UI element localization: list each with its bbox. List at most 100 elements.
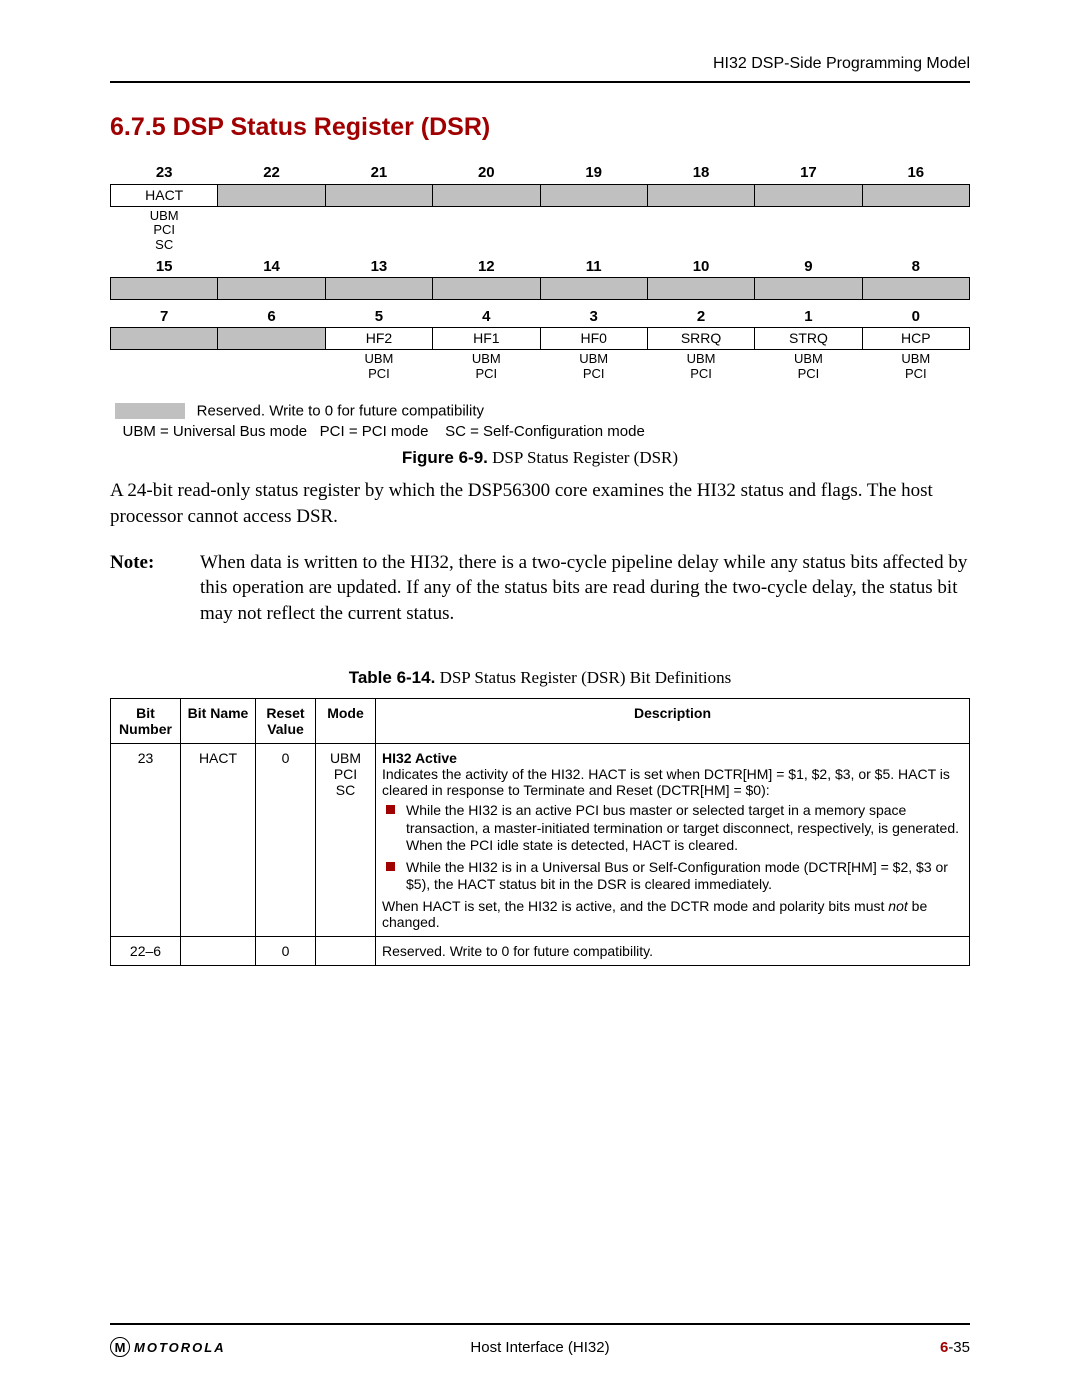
table-row: 23 HACT 0 UBM PCI SC HI32 Active Indicat… xyxy=(111,744,970,937)
mode-cell: UBM PCI SC xyxy=(111,206,218,255)
bit-num: 23 xyxy=(111,162,218,184)
bit-num: 4 xyxy=(433,305,540,327)
footer: M MOTOROLA Host Interface (HI32) 6-35 xyxy=(110,1337,970,1357)
desc-outro: When HACT is set, the HI32 is active, an… xyxy=(382,898,963,930)
bit-num: 17 xyxy=(755,162,862,184)
bit-field: HF0 xyxy=(540,327,647,349)
cell-bitname xyxy=(181,936,256,965)
bit-reserved xyxy=(647,277,754,299)
mode-cell: UBMPCI xyxy=(540,349,647,383)
bit-num: 16 xyxy=(862,162,969,184)
figure-text: DSP Status Register (DSR) xyxy=(492,448,678,467)
bit-num: 0 xyxy=(862,305,969,327)
cell-bitname: HACT xyxy=(181,744,256,937)
bit-num: 2 xyxy=(647,305,754,327)
list-item: While the HI32 is an active PCI bus mast… xyxy=(382,802,963,855)
footer-center: Host Interface (HI32) xyxy=(110,1339,970,1356)
mode-cell: UBMPCI xyxy=(433,349,540,383)
bit-num: 22 xyxy=(218,162,325,184)
bit-field: HF2 xyxy=(325,327,432,349)
bit-reserved xyxy=(218,327,325,349)
desc-intro: Indicates the activity of the HI32. HACT… xyxy=(382,766,963,798)
bit-reserved xyxy=(540,184,647,206)
bit-num: 7 xyxy=(111,305,218,327)
figure-caption: Figure 6-9. DSP Status Register (DSR) xyxy=(110,448,970,468)
desc-bullets: While the HI32 is an active PCI bus mast… xyxy=(382,802,963,894)
legend-modes: UBM = Universal Bus mode PCI = PCI mode … xyxy=(123,423,966,440)
table-caption-text: DSP Status Register (DSR) Bit Definition… xyxy=(440,668,732,687)
bullet-icon xyxy=(386,805,395,814)
bit-reserved xyxy=(218,184,325,206)
bit-num: 9 xyxy=(755,255,862,277)
bit-reserved xyxy=(862,184,969,206)
bit-reserved xyxy=(433,184,540,206)
th-mode: Mode xyxy=(316,699,376,744)
bit-reserved xyxy=(433,277,540,299)
section-heading: DSP Status Register (DSR) xyxy=(173,113,491,141)
bit-num: 15 xyxy=(111,255,218,277)
mode-cell: UBMPCI xyxy=(755,349,862,383)
legend-reserved: Reserved. Write to 0 for future compatib… xyxy=(197,402,484,419)
legend-swatch xyxy=(115,403,185,419)
th-description: Description xyxy=(376,699,970,744)
cell-mode xyxy=(316,936,376,965)
bit-reserved xyxy=(111,277,218,299)
bit-reserved xyxy=(111,327,218,349)
bit-field: SRRQ xyxy=(647,327,754,349)
note-text: When data is written to the HI32, there … xyxy=(200,550,970,627)
note-label: Note: xyxy=(110,550,200,627)
section-title: 6.7.5 DSP Status Register (DSR) xyxy=(110,113,970,142)
bit-num: 12 xyxy=(433,255,540,277)
mode-cell: UBMPCI xyxy=(325,349,432,383)
footer-rule xyxy=(110,1323,970,1325)
header-right: HI32 DSP-Side Programming Model xyxy=(110,55,970,73)
th-bit-name: Bit Name xyxy=(181,699,256,744)
header-rule xyxy=(110,81,970,83)
mode-cell: UBMPCI xyxy=(862,349,969,383)
bit-num: 3 xyxy=(540,305,647,327)
bit-reserved xyxy=(540,277,647,299)
table-caption: Table 6-14. DSP Status Register (DSR) Bi… xyxy=(110,668,970,688)
bit-reserved xyxy=(862,277,969,299)
bit-field: STRQ xyxy=(755,327,862,349)
body-paragraph: A 24-bit read-only status register by wh… xyxy=(110,478,970,529)
bit-num: 20 xyxy=(433,162,540,184)
cell-description: Reserved. Write to 0 for future compatib… xyxy=(376,936,970,965)
desc-title: HI32 Active xyxy=(382,750,963,766)
bit-reserved xyxy=(647,184,754,206)
section-number: 6.7.5 xyxy=(110,113,166,141)
th-reset-value: Reset Value xyxy=(256,699,316,744)
bit-reserved xyxy=(218,277,325,299)
bit-num: 21 xyxy=(325,162,432,184)
bit-num: 1 xyxy=(755,305,862,327)
list-item: While the HI32 is in a Universal Bus or … xyxy=(382,859,963,894)
cell-reset: 0 xyxy=(256,744,316,937)
bit-reserved xyxy=(755,184,862,206)
bullet-icon xyxy=(386,862,395,871)
cell-bitnum: 23 xyxy=(111,744,181,937)
cell-description: HI32 Active Indicates the activity of th… xyxy=(376,744,970,937)
bit-reserved xyxy=(325,277,432,299)
bit-num: 6 xyxy=(218,305,325,327)
cell-reset: 0 xyxy=(256,936,316,965)
bit-reserved xyxy=(755,277,862,299)
cell-mode: UBM PCI SC xyxy=(316,744,376,937)
table-row: 22–6 0 Reserved. Write to 0 for future c… xyxy=(111,936,970,965)
th-bit-number: Bit Number xyxy=(111,699,181,744)
bit-num: 5 xyxy=(325,305,432,327)
mode-cell: UBMPCI xyxy=(647,349,754,383)
bit-reserved xyxy=(325,184,432,206)
bit-definition-table: Bit Number Bit Name Reset Value Mode Des… xyxy=(110,698,970,966)
bit-num: 11 xyxy=(540,255,647,277)
table-label: Table 6-14. xyxy=(349,668,436,687)
register-diagram: 23 22 21 20 19 18 17 16 HACT UBM PCI SC xyxy=(110,162,970,442)
figure-label: Figure 6-9. xyxy=(402,448,488,467)
note-block: Note: When data is written to the HI32, … xyxy=(110,550,970,627)
bit-num: 8 xyxy=(862,255,969,277)
bit-num: 18 xyxy=(647,162,754,184)
bit-num: 14 xyxy=(218,255,325,277)
bit-num: 10 xyxy=(647,255,754,277)
bit-num: 19 xyxy=(540,162,647,184)
bit-field: HCP xyxy=(862,327,969,349)
bit-field: HACT xyxy=(111,184,218,206)
